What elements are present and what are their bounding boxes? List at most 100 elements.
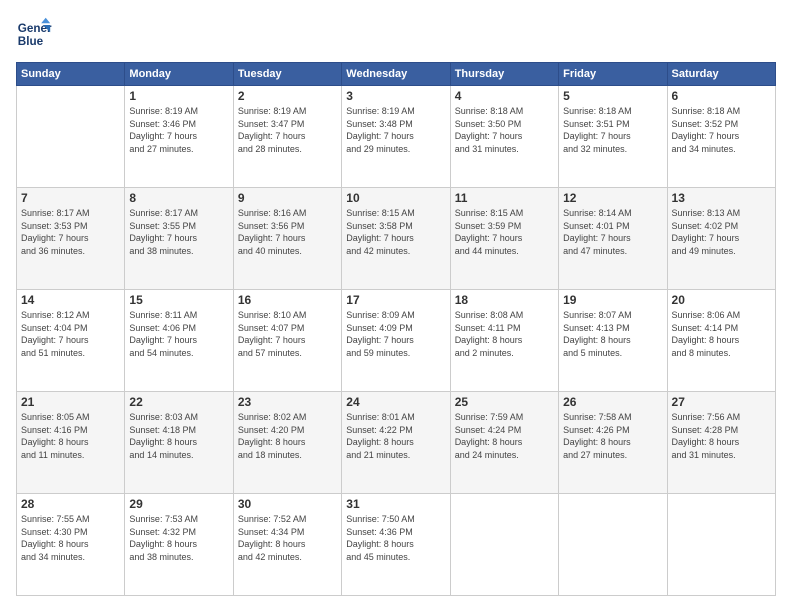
- day-info: Sunrise: 8:08 AM Sunset: 4:11 PM Dayligh…: [455, 309, 554, 359]
- day-info: Sunrise: 8:18 AM Sunset: 3:52 PM Dayligh…: [672, 105, 771, 155]
- day-number: 2: [238, 89, 337, 103]
- calendar-cell: 10 Sunrise: 8:15 AM Sunset: 3:58 PM Dayli…: [342, 188, 450, 290]
- calendar-cell: 1 Sunrise: 8:19 AM Sunset: 3:46 PM Daylig…: [125, 86, 233, 188]
- calendar-cell: 18 Sunrise: 8:08 AM Sunset: 4:11 PM Dayli…: [450, 290, 558, 392]
- page: General Blue SundayMondayTuesdayWednesda…: [0, 0, 792, 612]
- calendar-cell: 30Sunrise: 7:52 AM Sunset: 4:34 PM Dayli…: [233, 494, 341, 596]
- calendar-week-row: 14Sunrise: 8:12 AM Sunset: 4:04 PM Dayli…: [17, 290, 776, 392]
- day-number: 1: [129, 89, 228, 103]
- day-info: Sunrise: 8:07 AM Sunset: 4:13 PM Dayligh…: [563, 309, 662, 359]
- day-number: 10: [346, 191, 445, 205]
- day-number: 30: [238, 497, 337, 511]
- calendar-cell: 9 Sunrise: 8:16 AM Sunset: 3:56 PM Daylig…: [233, 188, 341, 290]
- day-number: 7: [21, 191, 120, 205]
- day-number: 25: [455, 395, 554, 409]
- logo: General Blue: [16, 16, 56, 52]
- day-info: Sunrise: 8:14 AM Sunset: 4:01 PM Dayligh…: [563, 207, 662, 257]
- calendar-cell: 19 Sunrise: 8:07 AM Sunset: 4:13 PM Dayli…: [559, 290, 667, 392]
- day-info: Sunrise: 8:18 AM Sunset: 3:51 PM Dayligh…: [563, 105, 662, 155]
- day-number: 20: [672, 293, 771, 307]
- day-info: Sunrise: 7:53 AM Sunset: 4:32 PM Dayligh…: [129, 513, 228, 563]
- header: General Blue: [16, 16, 776, 52]
- day-number: 26: [563, 395, 662, 409]
- calendar-cell: 23 Sunrise: 8:02 AM Sunset: 4:20 PM Dayli…: [233, 392, 341, 494]
- calendar-cell: 3 Sunrise: 8:19 AM Sunset: 3:48 PM Daylig…: [342, 86, 450, 188]
- calendar-cell: 14Sunrise: 8:12 AM Sunset: 4:04 PM Dayli…: [17, 290, 125, 392]
- day-info: Sunrise: 8:09 AM Sunset: 4:09 PM Dayligh…: [346, 309, 445, 359]
- calendar-cell: 22 Sunrise: 8:03 AM Sunset: 4:18 PM Dayli…: [125, 392, 233, 494]
- day-info: Sunrise: 8:18 AM Sunset: 3:50 PM Dayligh…: [455, 105, 554, 155]
- day-info: Sunrise: 8:05 AM Sunset: 4:16 PM Dayligh…: [21, 411, 120, 461]
- weekday-header: Tuesday: [233, 63, 341, 86]
- day-info: Sunrise: 7:50 AM Sunset: 4:36 PM Dayligh…: [346, 513, 445, 563]
- calendar-cell: 13Sunrise: 8:13 AM Sunset: 4:02 PM Dayli…: [667, 188, 775, 290]
- calendar-cell: 26Sunrise: 7:58 AM Sunset: 4:26 PM Dayli…: [559, 392, 667, 494]
- day-info: Sunrise: 7:59 AM Sunset: 4:24 PM Dayligh…: [455, 411, 554, 461]
- calendar-cell: 28 Sunrise: 7:55 AM Sunset: 4:30 PM Dayli…: [17, 494, 125, 596]
- weekday-header: Friday: [559, 63, 667, 86]
- calendar-cell: 8Sunrise: 8:17 AM Sunset: 3:55 PM Daylig…: [125, 188, 233, 290]
- day-info: Sunrise: 8:12 AM Sunset: 4:04 PM Dayligh…: [21, 309, 120, 359]
- calendar-week-row: 1 Sunrise: 8:19 AM Sunset: 3:46 PM Daylig…: [17, 86, 776, 188]
- day-info: Sunrise: 8:02 AM Sunset: 4:20 PM Dayligh…: [238, 411, 337, 461]
- weekday-header: Saturday: [667, 63, 775, 86]
- day-number: 17: [346, 293, 445, 307]
- calendar-cell: 27Sunrise: 7:56 AM Sunset: 4:28 PM Dayli…: [667, 392, 775, 494]
- weekday-header: Monday: [125, 63, 233, 86]
- calendar-week-row: 7 Sunrise: 8:17 AM Sunset: 3:53 PM Daylig…: [17, 188, 776, 290]
- day-info: Sunrise: 7:55 AM Sunset: 4:30 PM Dayligh…: [21, 513, 120, 563]
- calendar-cell: 17 Sunrise: 8:09 AM Sunset: 4:09 PM Dayli…: [342, 290, 450, 392]
- calendar-cell: 24Sunrise: 8:01 AM Sunset: 4:22 PM Dayli…: [342, 392, 450, 494]
- day-number: 29: [129, 497, 228, 511]
- day-info: Sunrise: 8:01 AM Sunset: 4:22 PM Dayligh…: [346, 411, 445, 461]
- day-number: 28: [21, 497, 120, 511]
- day-number: 9: [238, 191, 337, 205]
- day-number: 12: [563, 191, 662, 205]
- day-info: Sunrise: 8:19 AM Sunset: 3:47 PM Dayligh…: [238, 105, 337, 155]
- day-number: 5: [563, 89, 662, 103]
- weekday-header: Wednesday: [342, 63, 450, 86]
- day-info: Sunrise: 8:13 AM Sunset: 4:02 PM Dayligh…: [672, 207, 771, 257]
- day-number: 8: [129, 191, 228, 205]
- day-info: Sunrise: 8:17 AM Sunset: 3:53 PM Dayligh…: [21, 207, 120, 257]
- calendar-cell: 15Sunrise: 8:11 AM Sunset: 4:06 PM Dayli…: [125, 290, 233, 392]
- calendar-cell: 6Sunrise: 8:18 AM Sunset: 3:52 PM Daylig…: [667, 86, 775, 188]
- day-info: Sunrise: 8:15 AM Sunset: 3:59 PM Dayligh…: [455, 207, 554, 257]
- calendar-cell: 4 Sunrise: 8:18 AM Sunset: 3:50 PM Daylig…: [450, 86, 558, 188]
- day-info: Sunrise: 8:03 AM Sunset: 4:18 PM Dayligh…: [129, 411, 228, 461]
- weekday-header: Thursday: [450, 63, 558, 86]
- calendar-header-row: SundayMondayTuesdayWednesdayThursdayFrid…: [17, 63, 776, 86]
- svg-text:Blue: Blue: [18, 35, 44, 48]
- day-number: 18: [455, 293, 554, 307]
- day-number: 21: [21, 395, 120, 409]
- day-info: Sunrise: 8:19 AM Sunset: 3:46 PM Dayligh…: [129, 105, 228, 155]
- day-number: 31: [346, 497, 445, 511]
- day-info: Sunrise: 8:06 AM Sunset: 4:14 PM Dayligh…: [672, 309, 771, 359]
- calendar-week-row: 28 Sunrise: 7:55 AM Sunset: 4:30 PM Dayli…: [17, 494, 776, 596]
- day-number: 16: [238, 293, 337, 307]
- logo-icon: General Blue: [16, 16, 52, 52]
- calendar-cell: [17, 86, 125, 188]
- day-info: Sunrise: 8:19 AM Sunset: 3:48 PM Dayligh…: [346, 105, 445, 155]
- calendar-cell: 21 Sunrise: 8:05 AM Sunset: 4:16 PM Dayli…: [17, 392, 125, 494]
- day-number: 4: [455, 89, 554, 103]
- weekday-header: Sunday: [17, 63, 125, 86]
- day-number: 11: [455, 191, 554, 205]
- day-number: 15: [129, 293, 228, 307]
- calendar-cell: [450, 494, 558, 596]
- calendar-cell: 12 Sunrise: 8:14 AM Sunset: 4:01 PM Dayli…: [559, 188, 667, 290]
- day-info: Sunrise: 8:10 AM Sunset: 4:07 PM Dayligh…: [238, 309, 337, 359]
- day-number: 3: [346, 89, 445, 103]
- calendar-cell: 7 Sunrise: 8:17 AM Sunset: 3:53 PM Daylig…: [17, 188, 125, 290]
- day-number: 19: [563, 293, 662, 307]
- calendar-cell: 11 Sunrise: 8:15 AM Sunset: 3:59 PM Dayli…: [450, 188, 558, 290]
- calendar-cell: 31 Sunrise: 7:50 AM Sunset: 4:36 PM Dayli…: [342, 494, 450, 596]
- day-number: 22: [129, 395, 228, 409]
- calendar-cell: 2 Sunrise: 8:19 AM Sunset: 3:47 PM Daylig…: [233, 86, 341, 188]
- calendar-cell: 5 Sunrise: 8:18 AM Sunset: 3:51 PM Daylig…: [559, 86, 667, 188]
- day-info: Sunrise: 8:16 AM Sunset: 3:56 PM Dayligh…: [238, 207, 337, 257]
- day-number: 23: [238, 395, 337, 409]
- day-info: Sunrise: 8:15 AM Sunset: 3:58 PM Dayligh…: [346, 207, 445, 257]
- calendar-table: SundayMondayTuesdayWednesdayThursdayFrid…: [16, 62, 776, 596]
- calendar-cell: 20 Sunrise: 8:06 AM Sunset: 4:14 PM Dayli…: [667, 290, 775, 392]
